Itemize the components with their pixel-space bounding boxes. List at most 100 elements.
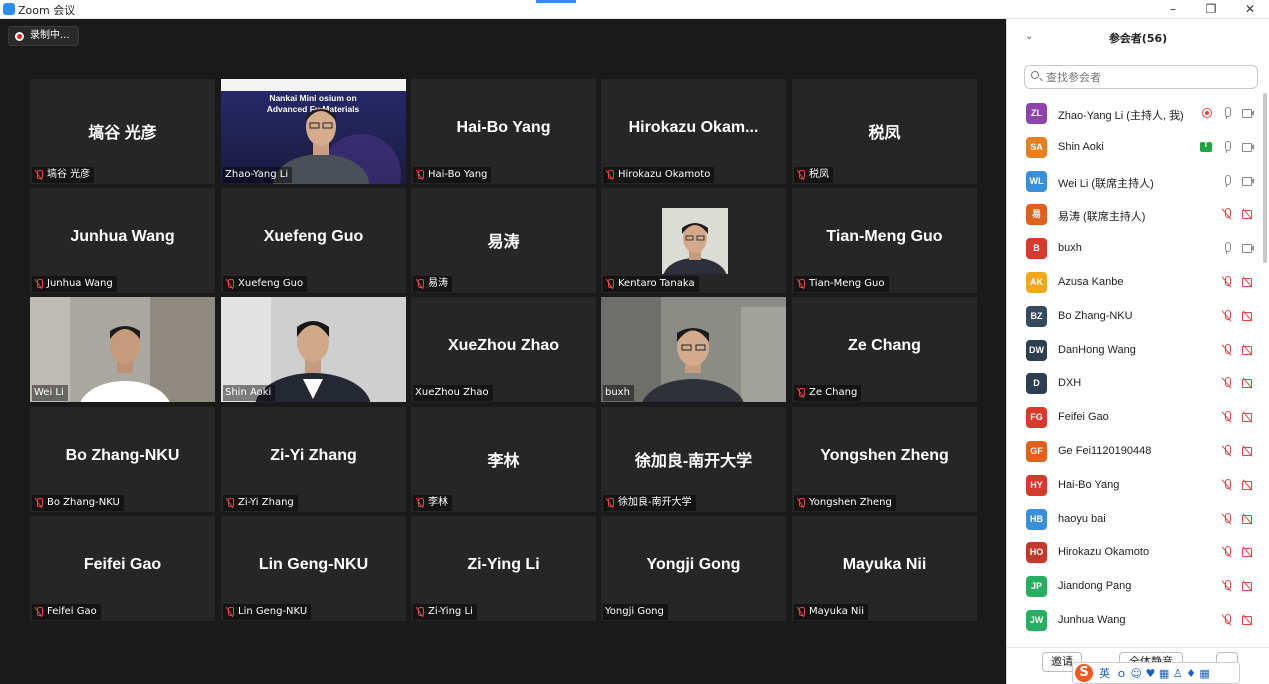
avatar: HB — [1026, 508, 1047, 530]
close-button[interactable]: ✕ — [1237, 1, 1263, 18]
video-tile[interactable]: 徐加良-南开大学 徐加良-南开大学 — [601, 407, 786, 512]
camera-off-icon[interactable] — [1242, 513, 1254, 525]
video-tile[interactable]: Hai-Bo Yang Hai-Bo Yang — [411, 79, 596, 184]
video-tile[interactable]: 易涛 易涛 — [411, 188, 596, 293]
participant-search[interactable] — [1024, 65, 1258, 89]
ime-language[interactable]: 英 — [1099, 665, 1110, 681]
participant-row[interactable]: BZ Bo Zhang-NKU — [1007, 301, 1262, 335]
ime-tools-icons[interactable]: ｏ ☺ ♥ ▦ ♙ ♦ ▦ — [1116, 665, 1210, 681]
camera-off-icon[interactable] — [1242, 344, 1254, 356]
video-tile[interactable]: 李林 李林 — [411, 407, 596, 512]
muted-mic-icon[interactable] — [1221, 478, 1233, 491]
participant-row[interactable]: HO Hirokazu Okamoto — [1007, 537, 1262, 571]
participant-row[interactable]: WL Wei Li (联席主持人) — [1007, 166, 1262, 200]
muted-mic-icon — [796, 170, 806, 180]
muted-mic-icon[interactable] — [1221, 512, 1233, 525]
camera-off-icon[interactable] — [1242, 580, 1254, 592]
scrollbar[interactable] — [1263, 93, 1267, 263]
video-tile[interactable]: Junhua Wang Junhua Wang — [30, 188, 215, 293]
camera-off-icon[interactable] — [1242, 276, 1254, 288]
video-tile[interactable]: Xuefeng Guo Xuefeng Guo — [221, 188, 406, 293]
screen-share-icon[interactable] — [1200, 140, 1212, 152]
video-tile[interactable]: Mayuka Nii Mayuka Nii — [792, 516, 977, 621]
participant-name: Junhua Wang — [1058, 613, 1126, 626]
participant-row[interactable]: 易易涛 (联席主持人) — [1007, 199, 1262, 233]
participant-status-icons — [1221, 478, 1254, 491]
video-tile[interactable]: Zi-Ying Li Zi-Ying Li — [411, 516, 596, 621]
participant-row[interactable]: DW DanHong Wang — [1007, 335, 1262, 369]
tile-name-label: buxh — [603, 385, 634, 401]
maximize-button[interactable]: ❐ — [1198, 1, 1224, 18]
video-tile[interactable]: Zi-Yi Zhang Zi-Yi Zhang — [221, 407, 406, 512]
video-tile[interactable]: Hirokazu Okam... Hirokazu Okamoto — [601, 79, 786, 184]
muted-mic-icon — [34, 498, 44, 508]
participant-row[interactable]: JW Junhua Wang — [1007, 605, 1262, 639]
camera-off-icon[interactable] — [1242, 479, 1254, 491]
video-tile[interactable]: Shin Aoki — [221, 297, 406, 402]
video-tile[interactable]: Yongji Gong Yongji Gong — [601, 516, 786, 621]
video-tile[interactable]: Feifei Gao Feifei Gao — [30, 516, 215, 621]
title-tab-indicator — [536, 0, 576, 3]
minimize-button[interactable]: – — [1160, 1, 1186, 18]
microphone-icon[interactable] — [1221, 242, 1233, 255]
video-tile[interactable]: Kentaro Tanaka — [601, 188, 786, 293]
participant-row[interactable]: Bbuxh — [1007, 233, 1262, 267]
search-input[interactable] — [1046, 69, 1246, 85]
video-tile[interactable]: buxh — [601, 297, 786, 402]
muted-mic-icon[interactable] — [1221, 613, 1233, 626]
recording-indicator[interactable]: 录制中... — [8, 26, 79, 46]
video-tile[interactable]: Wei Li — [30, 297, 215, 402]
participant-row[interactable]: AK Azusa Kanbe — [1007, 267, 1262, 301]
muted-mic-icon[interactable] — [1221, 580, 1233, 592]
video-tile[interactable]: Ze Chang Ze Chang — [792, 297, 977, 402]
microphone-icon[interactable] — [1221, 107, 1233, 119]
participant-row[interactable]: JP Jiandong Pang — [1007, 571, 1262, 605]
recording-icon[interactable] — [1202, 108, 1212, 118]
camera-icon[interactable] — [1242, 107, 1254, 119]
microphone-icon[interactable] — [1221, 174, 1233, 187]
video-tile[interactable]: XueZhou Zhao XueZhou Zhao — [411, 297, 596, 402]
muted-mic-icon[interactable] — [1221, 343, 1233, 356]
muted-mic-icon[interactable] — [1221, 444, 1233, 457]
video-tile[interactable]: 税凤 税凤 — [792, 79, 977, 184]
camera-off-icon[interactable] — [1242, 445, 1254, 457]
participant-name: 易涛 (联席主持人) — [1058, 211, 1146, 224]
muted-mic-icon[interactable] — [1221, 208, 1233, 220]
participant-row[interactable]: D DXH — [1007, 368, 1262, 402]
participant-row[interactable]: FG Feifei Gao — [1007, 402, 1262, 436]
microphone-icon[interactable] — [1221, 140, 1233, 153]
muted-mic-icon[interactable] — [1221, 546, 1233, 558]
muted-mic-icon[interactable] — [1221, 411, 1233, 423]
muted-mic-icon[interactable] — [1221, 377, 1233, 389]
participant-row[interactable]: GF Ge Fei1120190448 — [1007, 436, 1262, 470]
muted-mic-icon[interactable] — [1221, 309, 1233, 322]
tile-name-label: 易涛 — [413, 276, 452, 292]
participant-row[interactable]: HY Hai-Bo Yang — [1007, 470, 1262, 504]
camera-off-icon[interactable] — [1242, 208, 1254, 220]
participant-status-icons — [1221, 512, 1254, 525]
participant-row[interactable]: HB haoyu bai — [1007, 504, 1262, 538]
camera-icon[interactable] — [1242, 175, 1254, 187]
camera-off-icon[interactable] — [1242, 546, 1254, 558]
video-tile[interactable]: Tian-Meng Guo Tian-Meng Guo — [792, 188, 977, 293]
participant-row[interactable]: SA Shin Aoki — [1007, 132, 1262, 166]
video-tile[interactable]: Lin Geng-NKU Lin Geng-NKU — [221, 516, 406, 621]
camera-off-icon[interactable] — [1242, 310, 1254, 322]
muted-mic-icon — [415, 607, 425, 617]
participant-name: 塙谷 光彦 — [47, 169, 91, 180]
ime-toolbar[interactable]: S 英 ｏ ☺ ♥ ▦ ♙ ♦ ▦ — [1072, 662, 1240, 684]
camera-icon[interactable] — [1242, 141, 1254, 153]
video-tile[interactable]: Nankai Mini osium on Advanced Fu Materia… — [221, 79, 406, 184]
video-tile[interactable]: 塙谷 光彦 塙谷 光彦 — [30, 79, 215, 184]
participant-name: Shin Aoki — [225, 387, 272, 398]
video-tile[interactable]: Bo Zhang-NKU Bo Zhang-NKU — [30, 407, 215, 512]
camera-off-icon[interactable] — [1242, 411, 1254, 423]
tile-display-name: 徐加良-南开大学 — [634, 453, 753, 470]
camera-off-icon[interactable] — [1242, 614, 1254, 626]
avatar: D — [1026, 373, 1047, 395]
camera-icon[interactable] — [1242, 242, 1254, 254]
muted-mic-icon[interactable] — [1221, 275, 1233, 288]
participant-row[interactable]: ZL Zhao-Yang Li (主持人, 我) — [1007, 98, 1262, 132]
video-tile[interactable]: Yongshen Zheng Yongshen Zheng — [792, 407, 977, 512]
camera-off-icon[interactable] — [1242, 377, 1254, 389]
